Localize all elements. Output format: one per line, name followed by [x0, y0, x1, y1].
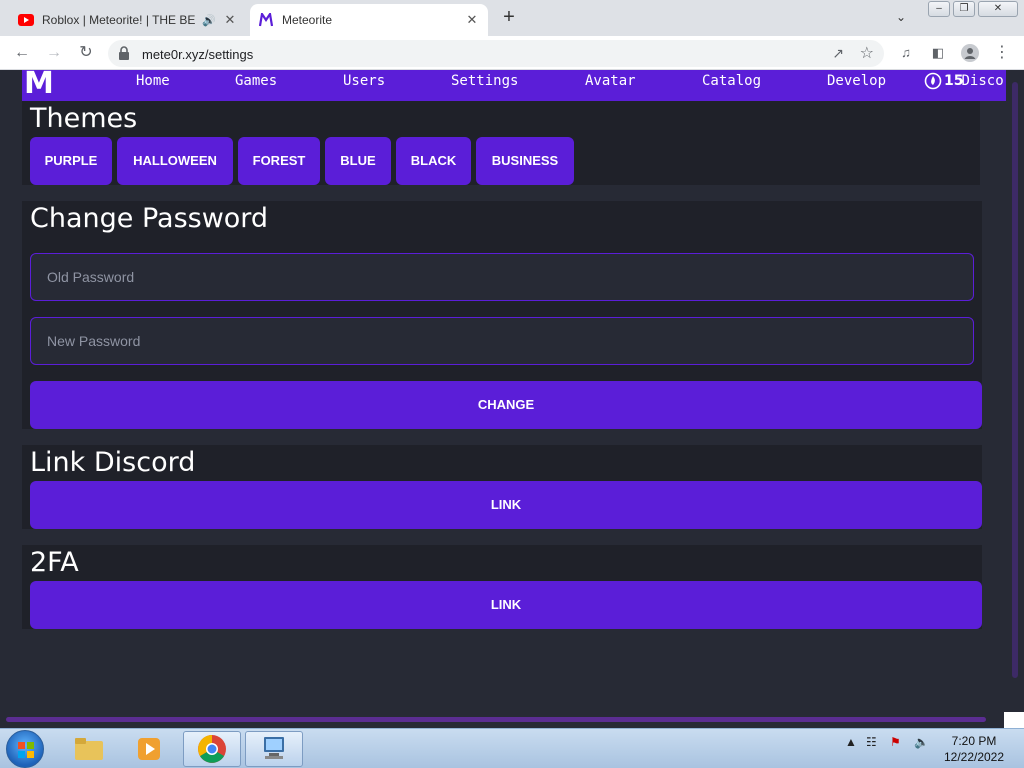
- tab-title: Roblox | Meteorite! | THE BE: [42, 13, 196, 27]
- theme-forest-button[interactable]: FOREST: [238, 137, 320, 185]
- theme-halloween-button[interactable]: HALLOWEEN: [117, 137, 233, 185]
- new-password-field[interactable]: New Password: [30, 317, 974, 365]
- vertical-scrollbar[interactable]: [1012, 82, 1018, 678]
- chrome-icon: [198, 735, 226, 763]
- close-tab-icon[interactable]: ✕: [464, 12, 480, 28]
- reload-icon[interactable]: ↻: [76, 43, 96, 63]
- media-player-icon: [138, 738, 160, 760]
- action-center-icon[interactable]: ⚑: [890, 735, 901, 749]
- nav-home[interactable]: Home: [136, 73, 170, 89]
- change-password-card: Change Password Old Password New Passwor…: [22, 201, 982, 429]
- lock-icon[interactable]: [118, 46, 132, 60]
- profile-avatar-icon[interactable]: [960, 43, 980, 63]
- forward-arrow-icon[interactable]: →: [44, 43, 64, 63]
- browser-tab-strip: Roblox | Meteorite! | THE BE 🔊 ✕ Meteori…: [0, 0, 1024, 36]
- theme-business-button[interactable]: BUSINESS: [476, 137, 574, 185]
- nav-develop[interactable]: Develop: [827, 73, 886, 89]
- taskbar-chrome[interactable]: [183, 731, 241, 767]
- taskbar-clock[interactable]: 7:20 PM 12/22/2022: [940, 733, 1008, 765]
- show-hidden-icons[interactable]: ▲: [845, 735, 857, 749]
- start-button[interactable]: [6, 730, 44, 768]
- share-icon[interactable]: ↗: [832, 45, 844, 62]
- clock-time: 7:20 PM: [951, 734, 997, 748]
- back-arrow-icon[interactable]: ←: [12, 43, 32, 63]
- scrollbar-corner: [1004, 712, 1024, 728]
- site-navbar: M Home Games Users Settings Avatar Catal…: [22, 70, 1006, 101]
- themes-card: Themes PURPLE HALLOWEEN FOREST BLUE BLAC…: [22, 101, 980, 185]
- themes-title: Themes: [30, 103, 138, 134]
- folder-icon: [75, 738, 103, 760]
- taskbar-explorer[interactable]: [60, 731, 118, 767]
- youtube-icon: [18, 12, 34, 28]
- twofa-title: 2FA: [30, 547, 79, 578]
- meteorite-favicon-icon: [258, 12, 274, 28]
- url-text: mete0r.xyz/settings: [142, 47, 254, 62]
- change-password-title: Change Password: [30, 203, 269, 234]
- minimize-button[interactable]: –: [928, 1, 950, 17]
- link-discord-title: Link Discord: [30, 447, 196, 478]
- nav-avatar[interactable]: Avatar: [585, 73, 636, 89]
- twofa-link-button[interactable]: LINK: [30, 581, 982, 629]
- speaker-icon[interactable]: 🔊: [202, 14, 216, 27]
- horizontal-scrollbar[interactable]: [6, 717, 986, 722]
- change-password-button[interactable]: CHANGE: [30, 381, 982, 429]
- browser-toolbar: ← → ↻ mete0r.xyz/settings ↗ ☆ ♫ ◧ ⋮: [0, 36, 1024, 70]
- flame-icon: [924, 72, 942, 90]
- twofa-card: 2FA LINK: [22, 545, 982, 629]
- nav-games[interactable]: Games: [235, 73, 277, 89]
- bookmark-star-icon[interactable]: ☆: [860, 43, 874, 63]
- close-tab-icon[interactable]: ✕: [222, 12, 238, 28]
- nav-settings[interactable]: Settings: [451, 73, 518, 89]
- taskbar: ▲ ☷ ⚑ 🔈 7:20 PM 12/22/2022: [0, 728, 1024, 768]
- old-password-field[interactable]: Old Password: [30, 253, 974, 301]
- network-icon[interactable]: ☷: [866, 735, 877, 749]
- theme-purple-button[interactable]: PURPLE: [30, 137, 112, 185]
- address-bar[interactable]: mete0r.xyz/settings ↗ ☆: [108, 40, 884, 67]
- site-logo[interactable]: M: [24, 70, 54, 101]
- tab-roblox[interactable]: Roblox | Meteorite! | THE BE 🔊 ✕: [10, 4, 246, 36]
- restore-button[interactable]: ❐: [953, 1, 975, 17]
- nav-currency[interactable]: 15 Discor: [924, 72, 1006, 90]
- theme-black-button[interactable]: BLACK: [396, 137, 471, 185]
- chevron-down-icon[interactable]: ⌄: [896, 10, 906, 24]
- link-discord-card: Link Discord LINK: [22, 445, 982, 529]
- side-panel-icon[interactable]: ◧: [928, 43, 948, 63]
- taskbar-network-app[interactable]: [245, 731, 303, 767]
- link-discord-button[interactable]: LINK: [30, 481, 982, 529]
- taskbar-media-player[interactable]: [120, 731, 178, 767]
- close-window-button[interactable]: ✕: [978, 1, 1018, 17]
- theme-blue-button[interactable]: BLUE: [325, 137, 391, 185]
- nav-catalog[interactable]: Catalog: [702, 73, 761, 89]
- new-tab-button[interactable]: +: [498, 7, 520, 29]
- tab-meteorite[interactable]: Meteorite ✕: [250, 4, 488, 36]
- nav-discord[interactable]: Discor: [961, 73, 1006, 89]
- tab-title: Meteorite: [282, 13, 333, 27]
- nav-users[interactable]: Users: [343, 73, 385, 89]
- media-control-icon[interactable]: ♫: [896, 43, 916, 63]
- computer-icon: [264, 737, 284, 759]
- volume-icon[interactable]: 🔈: [914, 735, 929, 749]
- browser-menu-icon[interactable]: ⋮: [992, 43, 1012, 63]
- clock-date: 12/22/2022: [943, 750, 1005, 764]
